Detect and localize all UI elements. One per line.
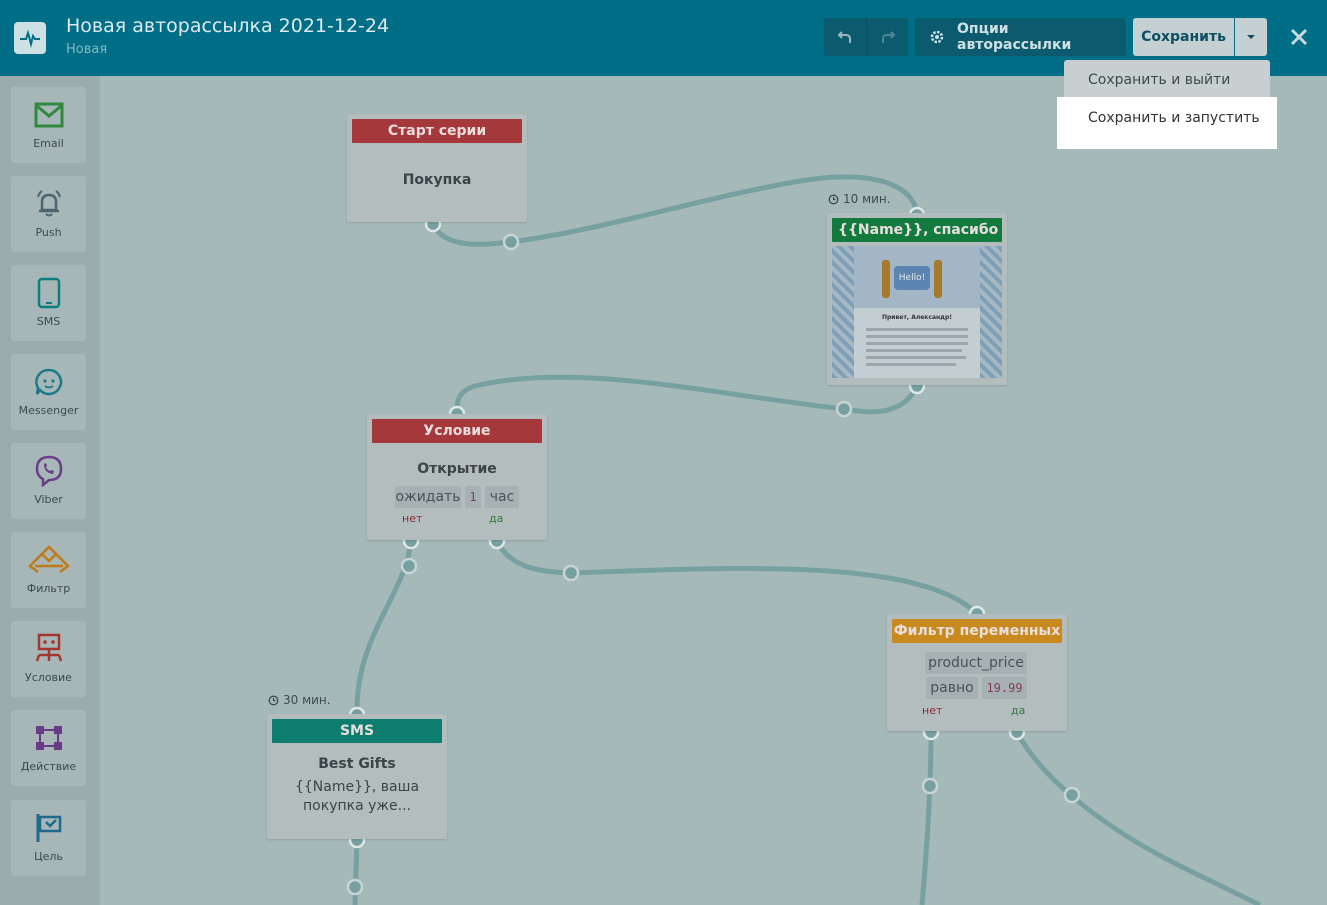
wire-midpoint [346,878,364,896]
branch-yes-label: да [1011,704,1026,717]
tool-label: Push [35,226,62,239]
menu-item-save-launch[interactable]: Сохранить и запустить [1057,97,1277,149]
email-preview-thumbnail: Hello! Привет, Александр! [832,246,1002,378]
filter-variable[interactable]: product_price [925,652,1027,674]
branch-yes-label: да [489,512,504,525]
tools-sidebar: Email Push SMS Messenger Viber Фильтр Ус… [0,76,100,905]
action-icon [33,722,65,754]
node-header: {{Name}}, спасибо за... [832,218,1002,242]
email-icon [34,99,64,131]
wire-midpoint [835,400,853,418]
viber-icon [34,455,64,487]
preview-greeting: Привет, Александр! [881,314,953,321]
tool-goal[interactable]: Цель [11,800,86,876]
tool-push[interactable]: Push [11,176,86,252]
status-label: Новая [66,42,108,57]
node-header: Фильтр переменных [892,619,1062,643]
wire-midpoint [502,233,520,251]
bell-icon [33,188,65,220]
wire-midpoint [400,557,418,575]
app-logo-icon[interactable] [14,22,46,54]
wait-label: ожидать [395,486,461,508]
node-trigger: Покупка [402,172,472,188]
node-header: SMS [272,719,442,743]
sms-delay: 30 мин. [268,693,331,707]
history-controls [824,18,908,56]
options-label: Опции авторассылки [957,21,1072,53]
tool-viber[interactable]: Viber [11,443,86,519]
clock-icon [268,695,279,705]
workflow-canvas[interactable]: Старт серии Покупка 10 мин. {{Name}}, сп… [100,76,1327,905]
sms-text-line: покупка уже... [303,798,411,814]
sms-title: Best Gifts [318,756,396,772]
options-button[interactable]: Опции авторассылки [915,18,1126,56]
tool-filter[interactable]: Фильтр [11,532,86,608]
email-node[interactable]: {{Name}}, спасибо за... Hello! Привет, А… [827,213,1007,385]
email-delay: 10 мин. [828,192,891,206]
wire-midpoint [562,564,580,582]
tool-label: Viber [34,493,63,506]
wire-midpoint [921,777,939,795]
wait-unit[interactable]: час [485,486,519,508]
condition-type: Открытие [417,461,497,477]
menu-item-save-exit[interactable]: Сохранить и выйти [1064,60,1270,100]
filter-value[interactable]: 19.99 [982,677,1027,699]
tool-action[interactable]: Действие [11,710,86,786]
wire-midpoint [1063,786,1081,804]
page-title: Новая авторассылка 2021-12-24 [66,15,390,37]
tool-label: Действие [20,760,77,773]
redo-icon [882,31,896,43]
save-dropdown-toggle[interactable] [1235,18,1267,56]
filter-node[interactable]: Фильтр переменных product_price равно 19… [887,614,1067,731]
tool-messenger[interactable]: Messenger [11,354,86,430]
menu-item-label: Сохранить и запустить [1088,110,1260,126]
tool-label: Email [33,137,64,150]
undo-button[interactable] [824,18,866,56]
tool-label: Messenger [18,404,79,417]
hello-badge: Hello! [894,266,930,290]
tool-label: Условие [25,671,72,684]
sms-node[interactable]: SMS Best Gifts {{Name}}, ваша покупка уж… [267,714,447,839]
tool-label: Фильтр [26,582,71,595]
caret-down-icon [1247,35,1255,39]
close-icon[interactable] [1286,22,1312,52]
node-header: Условие [372,419,542,443]
tool-label: Цель [34,850,63,863]
condition-icon [33,633,65,665]
wire-filter-no [919,731,934,905]
wire-sms-out [352,839,360,905]
gear-icon [929,29,945,45]
wire-filter-yes [1014,730,1262,905]
tool-sms[interactable]: SMS [11,265,86,341]
tool-label: SMS [36,315,61,328]
branch-no-label: нет [922,704,943,717]
node-header: Старт серии [352,119,522,143]
condition-node[interactable]: Условие Открытие ожидать 1 час нет да [367,414,547,540]
flag-icon [34,812,64,844]
tool-email[interactable]: Email [11,87,86,163]
undo-icon [837,31,851,43]
tool-condition[interactable]: Условие [11,621,86,697]
save-button[interactable]: Сохранить [1133,18,1234,56]
chat-icon [34,366,64,398]
clock-icon [828,194,839,204]
filter-operator[interactable]: равно [926,677,978,699]
phone-icon [37,277,61,309]
filter-icon [26,544,72,576]
redo-button[interactable] [866,18,909,56]
branch-no-label: нет [402,512,423,525]
sms-text-line: {{Name}}, ваша [294,779,420,795]
wait-value[interactable]: 1 [465,486,481,508]
start-node[interactable]: Старт серии Покупка [347,114,527,222]
